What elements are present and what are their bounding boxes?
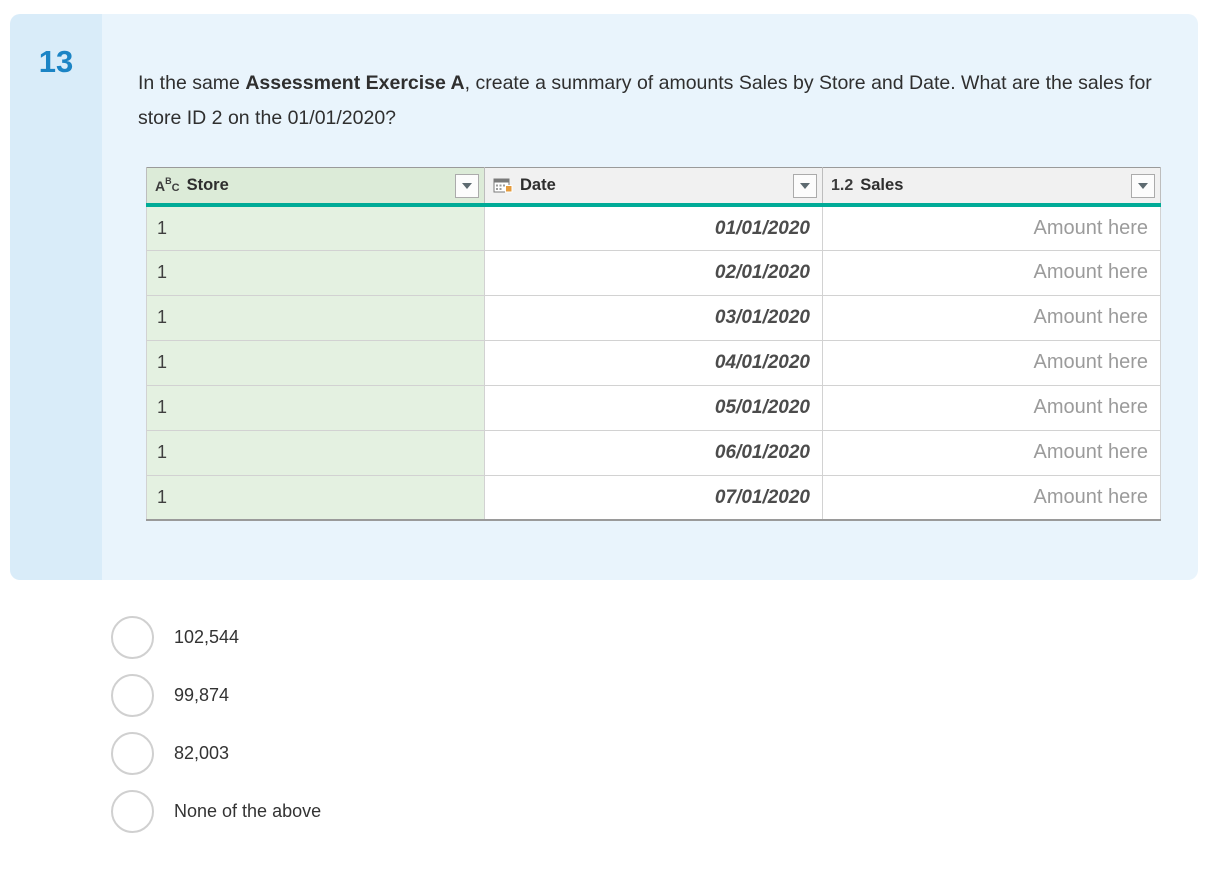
answer-option-label: 99,874 bbox=[174, 685, 230, 705]
table-row: 1 05/01/2020 Amount here bbox=[146, 384, 1161, 431]
sales-cell: Amount here bbox=[822, 249, 1161, 296]
store-cell: 1 bbox=[146, 474, 485, 521]
power-query-table: ABC Store Date 1.2 Sales 1 01/01/2020 Am… bbox=[146, 166, 1161, 522]
chevron-down-icon bbox=[462, 182, 472, 189]
answer-option-label: 82,003 bbox=[174, 743, 230, 763]
column-header-sales: 1.2 Sales bbox=[822, 167, 1161, 208]
sales-cell: Amount here bbox=[822, 474, 1161, 521]
question-number: 13 bbox=[38, 44, 74, 79]
answer-options: 102,544 99,874 82,003 None of the above bbox=[111, 616, 1208, 833]
answer-option-1[interactable]: 102,544 bbox=[111, 616, 1208, 659]
column-header-date: Date bbox=[484, 167, 823, 208]
date-cell: 01/01/2020 bbox=[484, 204, 823, 251]
store-filter-dropdown-button[interactable] bbox=[455, 173, 479, 198]
table-row: 1 03/01/2020 Amount here bbox=[146, 294, 1161, 341]
date-cell: 02/01/2020 bbox=[484, 249, 823, 296]
sales-cell: Amount here bbox=[822, 384, 1161, 431]
table-row: 1 07/01/2020 Amount here bbox=[146, 474, 1161, 521]
sales-cell: Amount here bbox=[822, 429, 1161, 476]
store-cell: 1 bbox=[146, 339, 485, 386]
calendar-type-icon bbox=[493, 178, 513, 193]
sales-cell: Amount here bbox=[822, 204, 1161, 251]
date-filter-dropdown-button[interactable] bbox=[793, 173, 817, 198]
date-cell: 03/01/2020 bbox=[484, 294, 823, 341]
question-card: 13 In the same Assessment Exercise A, cr… bbox=[10, 14, 1198, 580]
column-label-sales: Sales bbox=[860, 176, 904, 195]
sales-filter-dropdown-button[interactable] bbox=[1131, 173, 1155, 198]
radio-button[interactable] bbox=[111, 790, 154, 833]
table-header-row: ABC Store Date 1.2 Sales bbox=[146, 167, 1161, 208]
chevron-down-icon bbox=[800, 182, 810, 189]
number-type-icon: 1.2 bbox=[831, 176, 854, 194]
table-row: 1 01/01/2020 Amount here bbox=[146, 204, 1161, 251]
answer-option-4[interactable]: None of the above bbox=[111, 790, 1208, 833]
radio-button[interactable] bbox=[111, 732, 154, 775]
date-cell: 05/01/2020 bbox=[484, 384, 823, 431]
question-number-strip: 13 bbox=[10, 14, 102, 580]
store-cell: 1 bbox=[146, 204, 485, 251]
store-cell: 1 bbox=[146, 384, 485, 431]
question-text-bold: Assessment Exercise A bbox=[245, 72, 465, 94]
abc-type-icon: ABC bbox=[155, 175, 180, 194]
table-row: 1 06/01/2020 Amount here bbox=[146, 429, 1161, 476]
radio-button[interactable] bbox=[111, 674, 154, 717]
date-cell: 07/01/2020 bbox=[484, 474, 823, 521]
answer-option-label: None of the above bbox=[174, 801, 322, 821]
question-text-prefix: In the same bbox=[138, 72, 246, 94]
sales-cell: Amount here bbox=[822, 294, 1161, 341]
column-label-date: Date bbox=[520, 176, 556, 195]
answer-option-label: 102,544 bbox=[174, 627, 240, 647]
column-header-store: ABC Store bbox=[146, 167, 485, 208]
store-cell: 1 bbox=[146, 249, 485, 296]
chevron-down-icon bbox=[1138, 182, 1148, 189]
answer-option-2[interactable]: 99,874 bbox=[111, 674, 1208, 717]
question-body: In the same Assessment Exercise A, creat… bbox=[102, 14, 1198, 580]
table-row: 1 02/01/2020 Amount here bbox=[146, 249, 1161, 296]
radio-button[interactable] bbox=[111, 616, 154, 659]
store-cell: 1 bbox=[146, 294, 485, 341]
sales-cell: Amount here bbox=[822, 339, 1161, 386]
date-cell: 04/01/2020 bbox=[484, 339, 823, 386]
date-cell: 06/01/2020 bbox=[484, 429, 823, 476]
answer-option-3[interactable]: 82,003 bbox=[111, 732, 1208, 775]
column-label-store: Store bbox=[186, 176, 229, 195]
table-row: 1 04/01/2020 Amount here bbox=[146, 339, 1161, 386]
question-text: In the same Assessment Exercise A, creat… bbox=[138, 66, 1161, 137]
store-cell: 1 bbox=[146, 429, 485, 476]
